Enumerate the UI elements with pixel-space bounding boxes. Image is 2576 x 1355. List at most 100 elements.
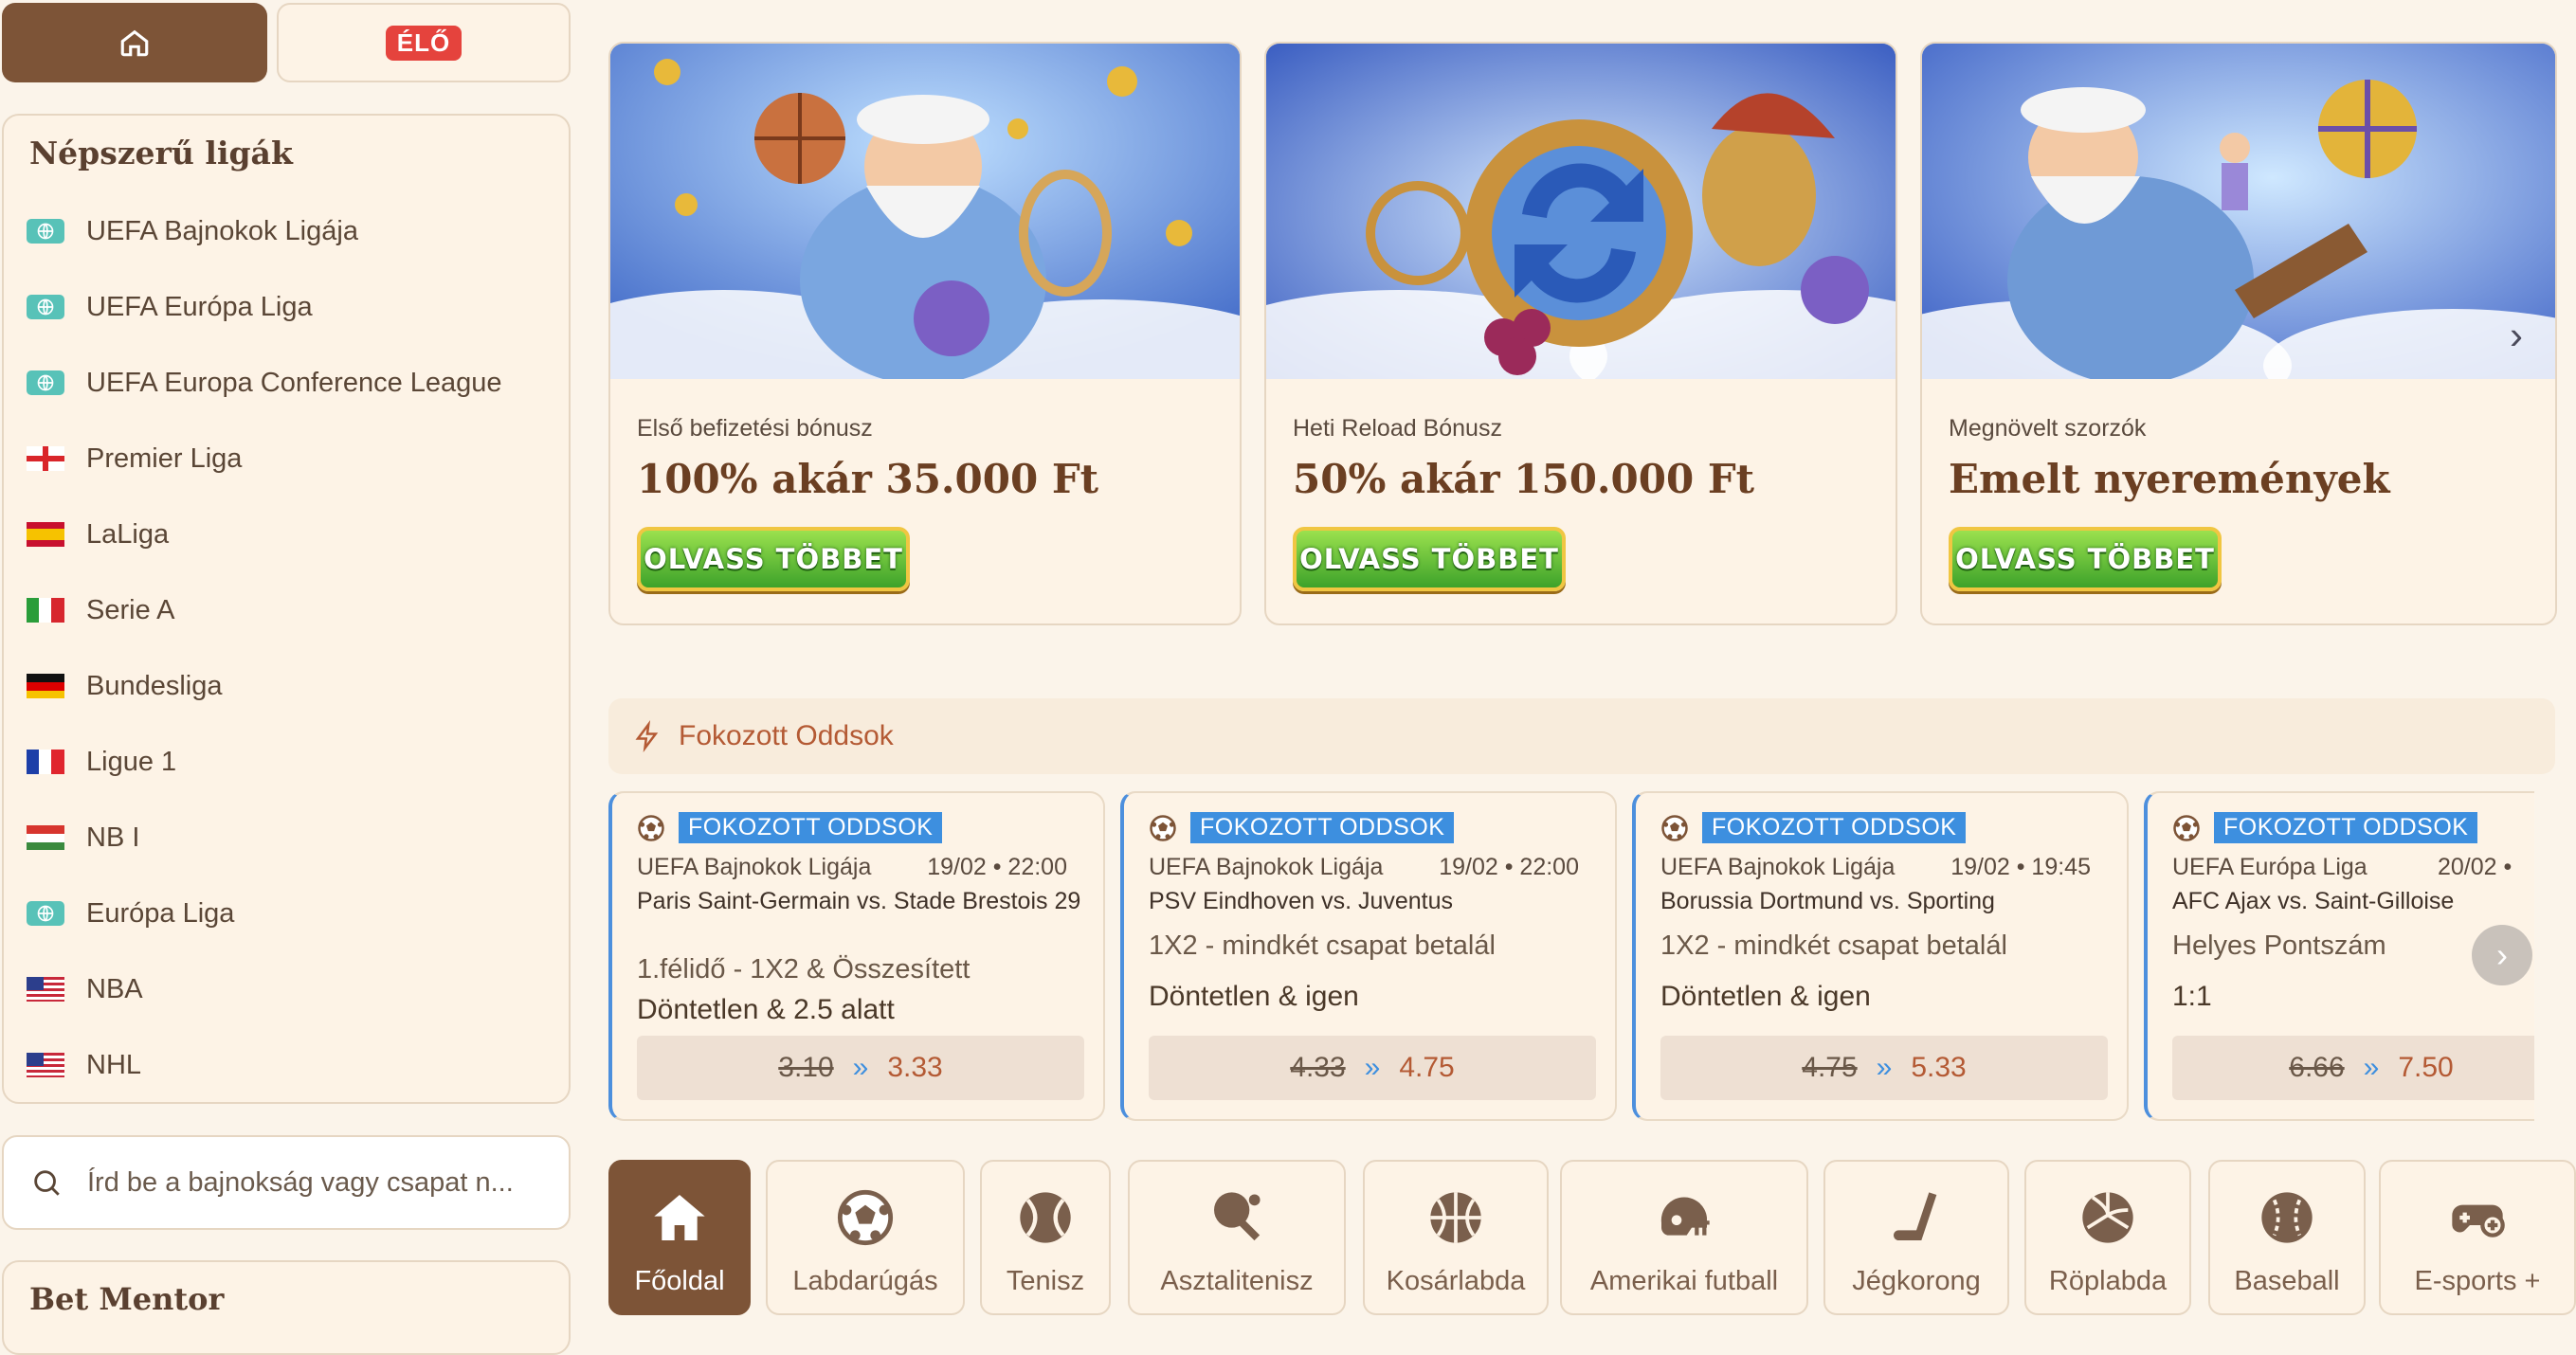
league-label: NB I [86, 822, 140, 853]
league-item[interactable]: Premier Liga [26, 430, 242, 487]
bet-mentor-panel: Bet Mentor [2, 1260, 571, 1355]
sport-tab-label: Labdarúgás [792, 1266, 938, 1296]
boosted-odds-card[interactable]: FOKOZOTT ODDSOK UEFA Bajnokok Ligája 19/02… [1120, 791, 1617, 1121]
boost-tag: FOKOZOTT ODDSOK [1149, 812, 1455, 843]
search-input[interactable] [87, 1166, 542, 1199]
promo-title: Emelt nyeremények [1949, 456, 2390, 502]
odds-button[interactable]: 3.10 » 3.33 [637, 1036, 1084, 1100]
odds-match: PSV Eindhoven vs. Juventus [1149, 888, 1454, 914]
soccer-ball-icon [2173, 814, 2200, 841]
league-item[interactable]: Európa Liga [26, 885, 234, 942]
lightning-icon [635, 720, 659, 752]
league-label: NBA [86, 973, 143, 1004]
league-item[interactable]: Ligue 1 [26, 733, 176, 790]
odds-button[interactable]: 4.33 » 4.75 [1149, 1036, 1596, 1100]
basketball-icon [1425, 1184, 1486, 1251]
odds-market: 1.félidő - 1X2 & Összesített [637, 954, 971, 985]
live-tab[interactable]: ÉLŐ [277, 3, 571, 82]
sport-tab-label: Főoldal [634, 1266, 725, 1296]
promo-subtitle: Első befizetési bónusz [637, 415, 873, 442]
league-item[interactable]: UEFA Bajnokok Ligája [26, 203, 358, 260]
sport-tab-label: Asztalitenisz [1160, 1266, 1314, 1296]
boosted-odds-card[interactable]: FOKOZOTT ODDSOK UEFA Bajnokok Ligája 19/02… [1632, 791, 2129, 1121]
league-label: UEFA Európa Liga [86, 291, 313, 322]
sport-tab-label: Kosárlabda [1386, 1266, 1526, 1296]
popular-leagues-title: Népszerű ligák [29, 135, 293, 172]
odds-match: Paris Saint-Germain vs. Stade Brestois 2… [637, 888, 1081, 914]
sport-tab[interactable]: Jégkorong [1823, 1160, 2009, 1315]
boosted-odds-card[interactable]: FOKOZOTT ODDSOK UEFA Bajnokok Ligája 19/02… [608, 791, 1105, 1121]
sport-tab-label: Baseball [2234, 1266, 2340, 1296]
hockey-stick-icon [1886, 1184, 1947, 1251]
read-more-button[interactable]: OLVASS TÖBBET [637, 527, 910, 591]
usa-flag-icon [26, 975, 65, 1003]
sport-tab[interactable]: Amerikai futball [1560, 1160, 1808, 1315]
sport-tab[interactable]: Röplabda [2024, 1160, 2191, 1315]
promo-subtitle: Megnövelt szorzók [1949, 415, 2147, 442]
league-item[interactable]: UEFA Europa Conference League [26, 354, 502, 411]
sport-tab[interactable]: Főoldal [608, 1160, 751, 1315]
league-item[interactable]: LaLiga [26, 506, 169, 563]
sport-tab-label: Tenisz [1006, 1266, 1085, 1296]
boost-badge: FOKOZOTT ODDSOK [679, 812, 943, 843]
sport-tab[interactable]: Tenisz [980, 1160, 1111, 1315]
home-tab[interactable] [2, 3, 267, 82]
old-odds: 3.10 [778, 1052, 834, 1083]
odds-league: UEFA Bajnokok Ligája [1660, 854, 1896, 880]
read-more-button[interactable]: OLVASS TÖBBET [1949, 527, 2222, 591]
promo-card-first-deposit[interactable]: Első befizetési bónusz 100% akár 35.000 … [608, 42, 1242, 625]
odds-league: UEFA Európa Liga [2172, 854, 2367, 880]
boost-badge: FOKOZOTT ODDSOK [1190, 812, 1455, 843]
odds-datetime: 19/02 • 22:00 [1439, 854, 1579, 880]
gamepad-icon [2447, 1184, 2508, 1251]
league-item[interactable]: Serie A [26, 582, 175, 639]
odds-button[interactable]: 4.75 » 5.33 [1660, 1036, 2108, 1100]
boost-badge: FOKOZOTT ODDSOK [1702, 812, 1967, 843]
league-label: Ligue 1 [86, 746, 177, 777]
globe-icon [26, 369, 65, 397]
league-search-box[interactable] [2, 1135, 571, 1230]
new-odds: 4.75 [1399, 1052, 1455, 1083]
home-icon [649, 1184, 710, 1251]
sport-tab[interactable]: E-sports + [2379, 1160, 2576, 1315]
france-flag-icon [26, 748, 65, 776]
soccer-ball-icon [1661, 814, 1688, 841]
sport-tab[interactable]: Baseball [2208, 1160, 2366, 1315]
league-label: UEFA Europa Conference League [86, 367, 502, 398]
odds-next-arrow-icon[interactable]: › [2472, 925, 2532, 985]
odds-datetime: 19/02 • 19:45 [1950, 854, 2091, 880]
league-item[interactable]: NBA [26, 961, 143, 1018]
spain-flag-icon [26, 520, 65, 549]
promo-image-zeus-tennis [610, 44, 1240, 379]
league-item[interactable]: UEFA Európa Liga [26, 279, 313, 335]
sport-tab[interactable]: Labdarúgás [766, 1160, 965, 1315]
league-item[interactable]: Bundesliga [26, 658, 223, 714]
read-more-button[interactable]: OLVASS TÖBBET [1293, 527, 1566, 591]
boost-tag: FOKOZOTT ODDSOK [2172, 812, 2478, 843]
odds-button[interactable]: 6.66 » 7.50 [2172, 1036, 2534, 1100]
league-item[interactable]: NHL [26, 1037, 141, 1093]
new-odds: 7.50 [2398, 1052, 2454, 1083]
boost-tag: FOKOZOTT ODDSOK [1660, 812, 1967, 843]
old-odds: 6.66 [2289, 1052, 2345, 1083]
double-chevron-right-icon: » [1364, 1052, 1381, 1083]
double-chevron-right-icon: » [852, 1052, 869, 1083]
boost-tag: FOKOZOTT ODDSOK [637, 812, 943, 843]
promo-card-weekly-reload[interactable]: Heti Reload Bónusz 50% akár 150.000 Ft O… [1264, 42, 1897, 625]
sport-tab[interactable]: Asztalitenisz [1128, 1160, 1346, 1315]
sport-tab[interactable]: Kosárlabda [1363, 1160, 1549, 1315]
double-chevron-right-icon: » [1876, 1052, 1893, 1083]
promo-image-zeus-football [1922, 44, 2555, 379]
league-item[interactable]: NB I [26, 809, 139, 866]
soccer-ball-icon [638, 814, 664, 841]
promo-card-boosted-multipliers[interactable]: Megnövelt szorzók Emelt nyeremények OLVA… [1920, 42, 2557, 625]
odds-league: UEFA Bajnokok Ligája [1149, 854, 1384, 880]
table-tennis-icon [1206, 1184, 1267, 1251]
volleyball-icon [2077, 1184, 2138, 1251]
boost-badge: FOKOZOTT ODDSOK [2214, 812, 2478, 843]
odds-league: UEFA Bajnokok Ligája [637, 854, 872, 880]
globe-icon [26, 217, 65, 245]
old-odds: 4.75 [1802, 1052, 1858, 1083]
promo-next-chevron-icon[interactable]: › [2510, 313, 2523, 358]
new-odds: 5.33 [1911, 1052, 1967, 1083]
